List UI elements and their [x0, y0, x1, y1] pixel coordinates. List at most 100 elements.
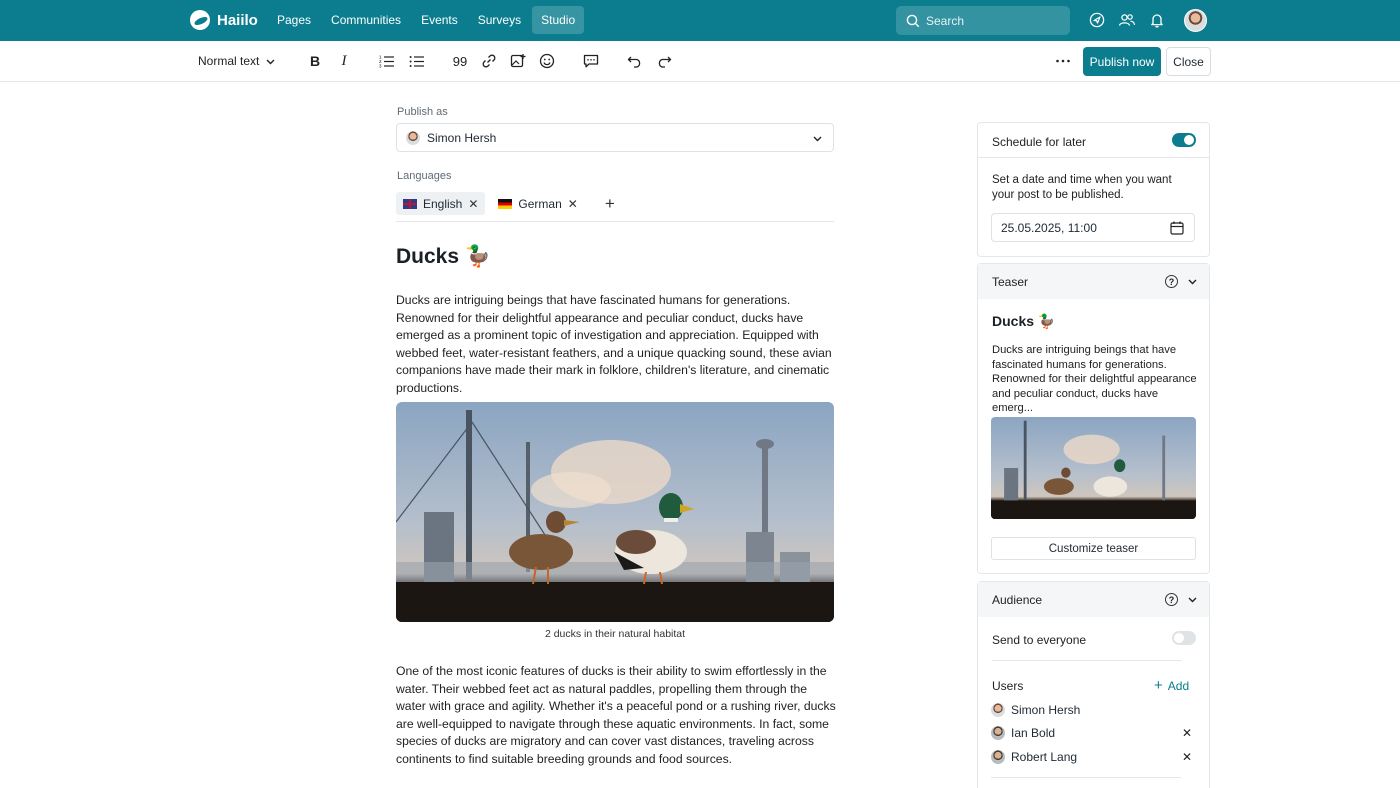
italic-icon[interactable]: I — [337, 50, 351, 72]
post-image[interactable] — [396, 402, 834, 622]
publish-as-value: Simon Hersh — [427, 130, 497, 145]
post-paragraph-2[interactable]: One of the most iconic features of ducks… — [396, 663, 836, 769]
user-avatar[interactable] — [1184, 9, 1207, 32]
user-name: Ian Bold — [1011, 726, 1056, 740]
language-tab-german[interactable]: German ✕ — [491, 192, 584, 215]
language-tabs: English ✕ German ✕ + — [396, 192, 834, 222]
post-paragraph-1[interactable]: Ducks are intriguing beings that have fa… — [396, 292, 836, 398]
add-language-icon[interactable]: + — [605, 194, 615, 214]
search-input[interactable]: Search — [896, 6, 1070, 35]
ducks-photo — [396, 410, 834, 622]
ducks-thumbnail — [991, 420, 1196, 519]
teaser-excerpt: Ducks are intriguing beings that have fa… — [992, 344, 1197, 415]
language-tab-english[interactable]: English ✕ — [396, 192, 486, 215]
editor-toolbar: Normal text B I 123 99 Publish now Close — [0, 41, 1400, 82]
languages-label: Languages — [397, 170, 452, 182]
toggle-knob — [1184, 135, 1194, 145]
remove-user-icon[interactable]: ✕ — [1182, 750, 1192, 764]
image-caption[interactable]: 2 ducks in their natural habitat — [396, 628, 834, 640]
teaser-header[interactable]: Teaser ? — [978, 264, 1209, 299]
search-icon — [906, 14, 920, 27]
close-button[interactable]: Close — [1166, 47, 1211, 76]
list-item: Robert Lang — [991, 750, 1077, 764]
bold-icon[interactable]: B — [307, 50, 323, 72]
main-nav: Pages Communities Events Surveys Studio — [268, 6, 585, 34]
divider — [991, 777, 1181, 778]
remove-language-icon[interactable]: ✕ — [468, 197, 478, 211]
schedule-header: Schedule for later — [978, 123, 1209, 158]
text-style-dropdown[interactable]: Normal text — [198, 50, 276, 72]
chevron-down-icon[interactable] — [1187, 594, 1198, 605]
chevron-down-icon — [813, 136, 822, 142]
schedule-label: Schedule for later — [992, 135, 1087, 149]
divider — [992, 660, 1182, 661]
schedule-date-input[interactable]: 25.05.2025, 11:00 — [991, 213, 1195, 242]
search-placeholder: Search — [926, 13, 965, 28]
avatar — [991, 726, 1005, 740]
add-user-button[interactable]: + Add — [1154, 677, 1189, 694]
nav-item-events[interactable]: Events — [412, 6, 467, 34]
publish-as-label: Publish as — [397, 106, 448, 118]
bell-icon[interactable] — [1147, 9, 1167, 31]
help-icon[interactable]: ? — [1165, 593, 1178, 606]
schedule-toggle[interactable] — [1172, 133, 1196, 147]
top-icons — [1087, 9, 1167, 31]
numbered-list-icon[interactable]: 123 — [378, 50, 396, 72]
help-icon[interactable]: ? — [1165, 275, 1178, 288]
undo-icon[interactable] — [626, 50, 644, 72]
publish-as-select[interactable]: Simon Hersh — [396, 123, 834, 152]
haiilo-logo[interactable]: Haiilo — [190, 10, 258, 30]
chevron-down-icon — [266, 59, 275, 64]
publish-now-button[interactable]: Publish now — [1083, 47, 1161, 76]
user-name: Robert Lang — [1011, 750, 1078, 764]
text-style-label: Normal text — [198, 54, 260, 68]
nav-item-pages[interactable]: Pages — [268, 6, 320, 34]
toggle-knob — [1174, 633, 1184, 643]
image-icon[interactable] — [509, 50, 527, 72]
svg-text:3: 3 — [379, 64, 382, 69]
calendar-icon[interactable] — [1170, 221, 1184, 235]
nav-item-surveys[interactable]: Surveys — [469, 6, 530, 34]
language-label: English — [423, 196, 463, 211]
teaser-label: Teaser — [992, 274, 1029, 289]
uk-flag-icon — [403, 198, 417, 209]
post-title[interactable]: Ducks 🦆 — [396, 245, 491, 269]
avatar — [991, 750, 1005, 764]
quote-icon[interactable]: 99 — [451, 50, 469, 72]
link-icon[interactable] — [480, 50, 498, 72]
chevron-down-icon[interactable] — [1187, 276, 1198, 287]
nav-item-studio[interactable]: Studio — [532, 6, 585, 34]
date-value: 25.05.2025, 11:00 — [1001, 220, 1097, 235]
german-flag-icon — [498, 198, 513, 209]
audience-header[interactable]: Audience ? — [978, 582, 1209, 617]
send-icon[interactable] — [1087, 9, 1107, 31]
remove-user-icon[interactable]: ✕ — [1182, 726, 1192, 740]
top-navigation-bar: Haiilo Pages Communities Events Surveys … — [0, 0, 1400, 41]
teaser-image — [991, 417, 1196, 519]
send-to-everyone-toggle[interactable] — [1172, 631, 1196, 645]
audience-label: Audience — [992, 592, 1043, 607]
emoji-icon[interactable] — [538, 50, 556, 72]
avatar — [406, 130, 420, 145]
people-icon[interactable] — [1117, 9, 1137, 31]
language-label: German — [518, 196, 562, 211]
add-label: Add — [1167, 678, 1190, 693]
redo-icon[interactable] — [655, 50, 673, 72]
customize-teaser-button[interactable]: Customize teaser — [991, 537, 1196, 560]
schedule-help-text: Set a date and time when you want your p… — [992, 174, 1172, 201]
list-item: Ian Bold — [991, 726, 1055, 740]
teaser-title: Ducks 🦆 — [992, 313, 1056, 329]
list-item: Simon Hersh — [991, 703, 1080, 717]
remove-language-icon[interactable]: ✕ — [568, 197, 578, 211]
plus-icon: + — [1154, 677, 1163, 694]
more-icon[interactable] — [1054, 50, 1072, 72]
user-name: Simon Hersh — [1011, 703, 1081, 717]
avatar — [991, 703, 1005, 717]
haiilo-logo-icon — [190, 10, 210, 30]
brand-name: Haiilo — [217, 11, 258, 29]
comment-icon[interactable] — [582, 50, 600, 72]
send-to-everyone-label: Send to everyone — [992, 633, 1087, 647]
nav-item-communities[interactable]: Communities — [322, 6, 410, 34]
bullet-list-icon[interactable] — [408, 50, 426, 72]
users-label: Users — [992, 679, 1024, 693]
